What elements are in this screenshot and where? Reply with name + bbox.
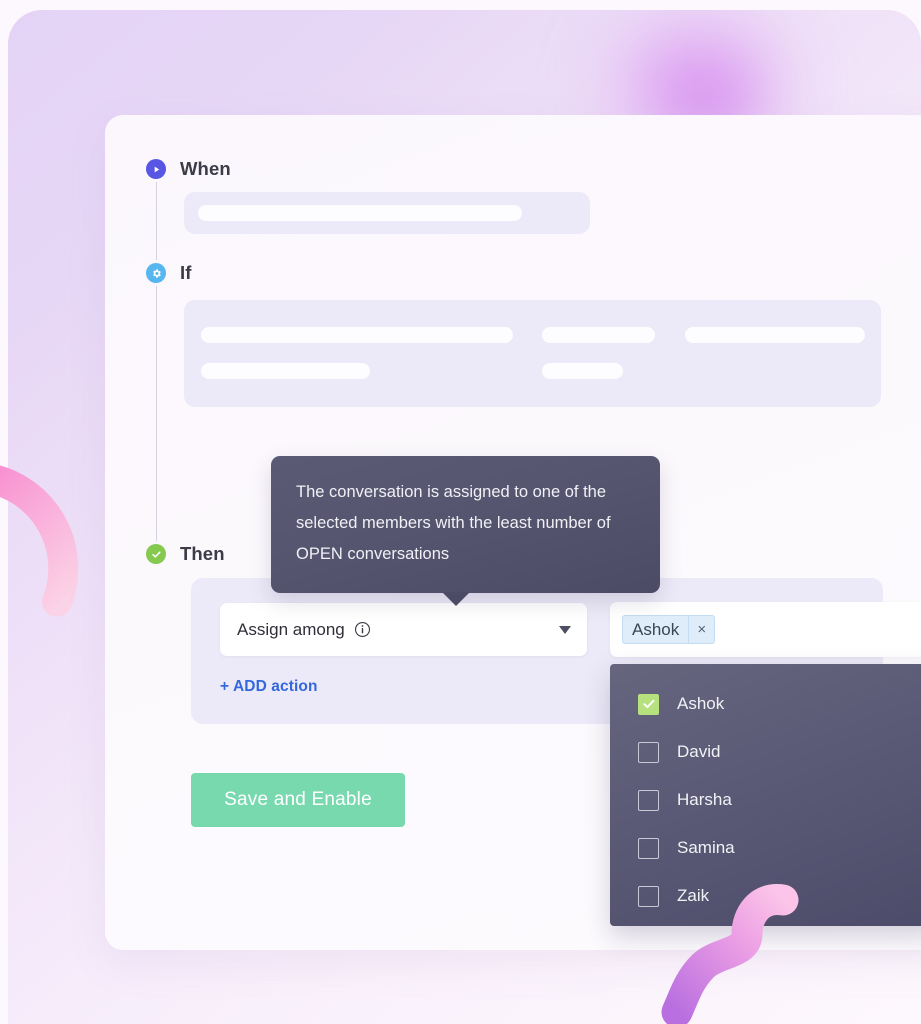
skeleton-bar: [542, 327, 655, 343]
dropdown-option-harsha[interactable]: Harsha: [610, 776, 921, 824]
step-if: If: [146, 262, 192, 284]
dropdown-option-ashok[interactable]: Ashok: [610, 680, 921, 728]
info-icon[interactable]: [354, 621, 371, 638]
skeleton-bar: [201, 363, 370, 379]
dropdown-option-label: Harsha: [677, 790, 732, 809]
skeleton-bar: [542, 363, 623, 379]
skeleton-bar: [198, 205, 522, 221]
step-when: When: [146, 158, 231, 180]
dropdown-option-label: David: [677, 742, 721, 761]
selected-member-chip: Ashok ×: [622, 615, 716, 644]
check-circle-icon: [146, 544, 166, 564]
dropdown-option-david[interactable]: David: [610, 728, 921, 776]
dropdown-option-label: Ashok: [677, 694, 725, 713]
step-if-label: If: [180, 262, 192, 283]
dropdown-option-label: Samina: [677, 838, 735, 857]
step-then-label: Then: [180, 543, 225, 564]
when-skeleton-card: [184, 192, 590, 234]
tooltip-text: The conversation is assigned to one of t…: [296, 483, 611, 563]
step-connector-rail: [156, 180, 157, 555]
assign-among-value: Assign among: [237, 619, 345, 639]
dropdown-option-zaik[interactable]: Zaik: [610, 872, 921, 920]
checkbox-checked-icon[interactable]: [638, 693, 659, 715]
checkbox-icon[interactable]: [638, 837, 659, 859]
checkbox-icon[interactable]: [638, 885, 659, 907]
skeleton-bar: [685, 327, 865, 343]
save-and-enable-button[interactable]: Save and Enable: [191, 773, 405, 827]
screenshot-stage: When If Then Assign among + ADD action S…: [0, 0, 921, 1024]
step-then: Then: [146, 543, 225, 565]
skeleton-bar: [201, 327, 513, 343]
checkbox-icon[interactable]: [638, 789, 659, 811]
close-icon[interactable]: ×: [688, 616, 714, 643]
add-action-link[interactable]: + ADD action: [220, 678, 318, 696]
play-icon: [146, 159, 166, 179]
assign-among-select[interactable]: Assign among: [220, 603, 587, 656]
if-skeleton-card: [184, 300, 881, 407]
members-multiselect-field[interactable]: Ashok ×: [610, 602, 921, 657]
tooltip-arrow: [442, 592, 471, 606]
step-when-label: When: [180, 158, 231, 179]
gear-icon: [146, 263, 166, 283]
assign-among-tooltip: The conversation is assigned to one of t…: [271, 456, 660, 606]
dropdown-option-samina[interactable]: Samina: [610, 824, 921, 872]
dropdown-option-label: Zaik: [677, 886, 710, 905]
checkbox-icon[interactable]: [638, 741, 659, 763]
chevron-down-icon: [559, 625, 571, 634]
chip-label: Ashok: [632, 619, 680, 639]
members-dropdown-panel[interactable]: Ashok David Harsha Samina Zaik: [610, 664, 921, 926]
